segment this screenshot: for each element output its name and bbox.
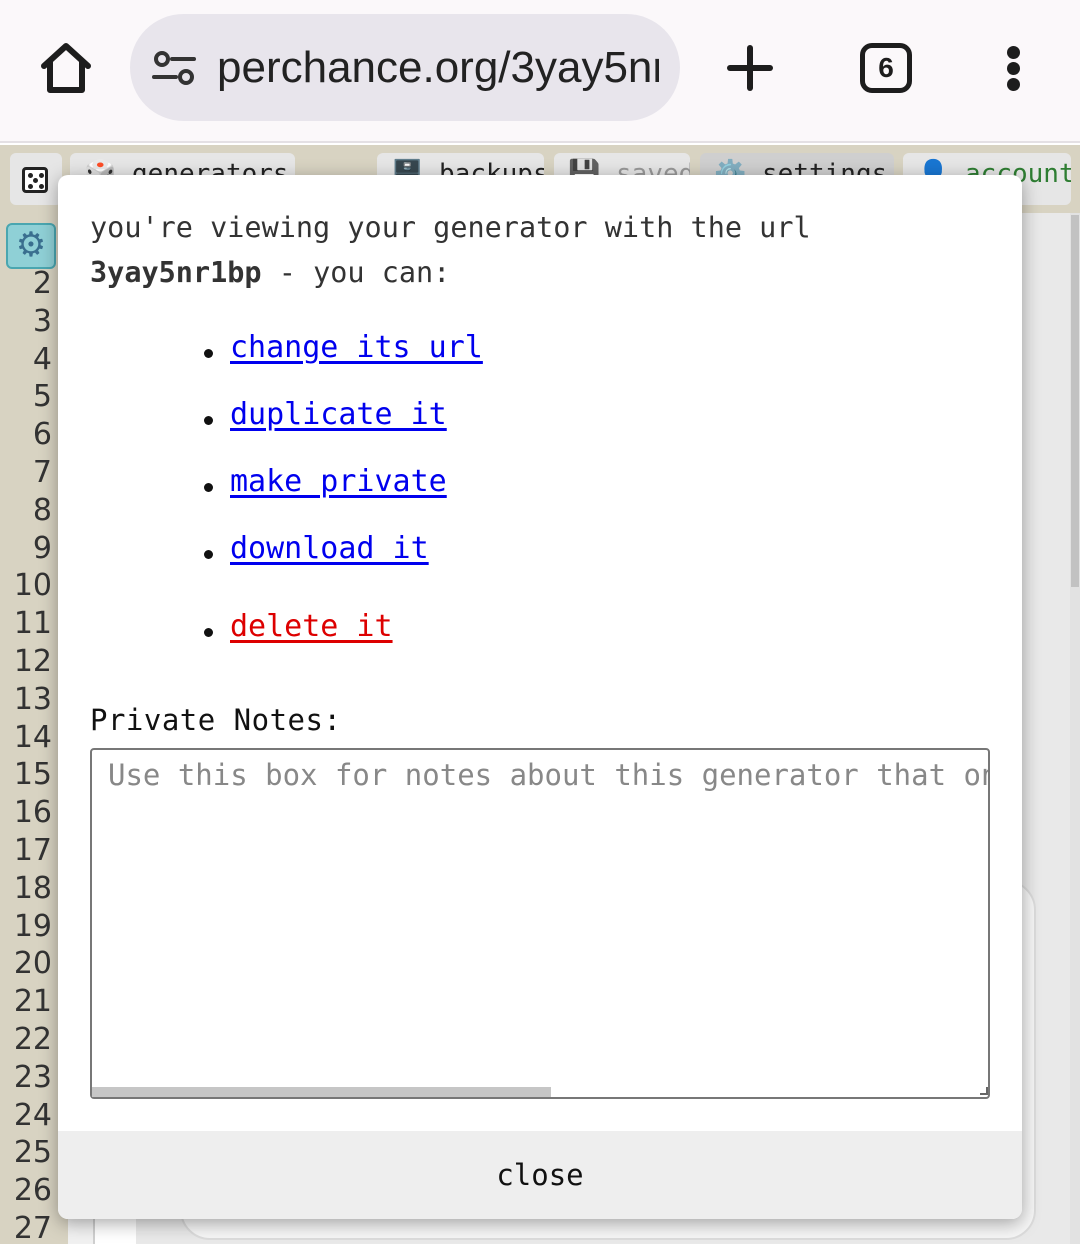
line-numbers: 2 3 4 5 6 7 8 9 10 11 12 13 14 15 16 17 18 19 20 21 22 23 24 25… <box>0 265 52 1244</box>
delete-link[interactable]: delete it <box>230 609 393 644</box>
list-item: duplicate it <box>204 397 447 432</box>
resize-handle-icon[interactable] <box>980 1087 988 1095</box>
random-button[interactable] <box>10 153 62 205</box>
private-notes-label: Private Notes: <box>90 703 342 737</box>
line-number: 21 <box>13 984 52 1020</box>
intro-text: you're viewing your generator with the u… <box>90 211 811 244</box>
site-settings-icon[interactable] <box>152 50 196 86</box>
line-number: 17 <box>13 832 52 868</box>
line-number: 14 <box>13 719 52 755</box>
generator-url: 3yay5nr1bp <box>90 256 262 289</box>
dice-icon <box>22 167 48 193</box>
overflow-menu-icon[interactable] <box>996 44 1032 92</box>
line-number: 12 <box>13 643 52 679</box>
line-number: 11 <box>13 606 52 642</box>
generator-settings-dialog: you're viewing your generator with the u… <box>58 175 1022 1219</box>
line-number: 2 <box>32 266 52 301</box>
tab-switcher-icon[interactable]: 6 <box>860 43 912 93</box>
notes-horizontal-scrollbar[interactable] <box>92 1087 551 1097</box>
change-url-link[interactable]: change its url <box>230 330 483 365</box>
line-number: 23 <box>13 1059 52 1095</box>
line-number: 6 <box>32 417 52 453</box>
home-icon[interactable] <box>36 40 96 96</box>
address-bar[interactable]: perchance.org/3yay5nr1bp <box>130 14 680 121</box>
list-item: download it <box>204 531 429 566</box>
url-text[interactable]: perchance.org/3yay5nr1bp <box>217 40 659 96</box>
line-number: 15 <box>13 757 52 793</box>
browser-toolbar: perchance.org/3yay5nr1bp 6 <box>0 0 1080 143</box>
line-number: 26 <box>13 1173 52 1209</box>
line-number: 22 <box>13 1021 52 1057</box>
new-tab-plus-icon[interactable] <box>726 44 774 92</box>
list-item: change its url <box>204 330 483 365</box>
download-link[interactable]: download it <box>230 531 429 566</box>
line-number: 18 <box>13 870 52 906</box>
line-number: 5 <box>32 379 52 415</box>
line-number: 20 <box>13 946 52 982</box>
page-scrollbar-thumb[interactable] <box>1071 215 1079 587</box>
line-number: 27 <box>13 1210 52 1244</box>
intro-suffix: - you can: <box>261 256 451 289</box>
line-number: 3 <box>32 303 52 339</box>
duplicate-link[interactable]: duplicate it <box>230 397 447 432</box>
private-notes-input[interactable] <box>90 748 990 1099</box>
line-number: 4 <box>32 341 52 377</box>
line-number: 10 <box>13 568 52 604</box>
list-item: make private <box>204 464 447 499</box>
line-number: 9 <box>32 530 52 566</box>
close-button[interactable]: close <box>58 1131 1022 1219</box>
line-number: 24 <box>13 1097 52 1133</box>
line-number: 16 <box>13 795 52 831</box>
line-number: 13 <box>13 681 52 717</box>
list-item: delete it <box>204 609 393 644</box>
make-private-link[interactable]: make private <box>230 464 447 499</box>
line-number: 19 <box>13 908 52 944</box>
gear-icon[interactable]: ⚙ <box>6 223 56 269</box>
dialog-footer: close <box>58 1131 1022 1219</box>
dialog-intro: you're viewing your generator with the u… <box>90 205 990 295</box>
line-number: 7 <box>32 454 52 490</box>
line-number: 25 <box>13 1135 52 1171</box>
line-number: 8 <box>32 492 52 528</box>
